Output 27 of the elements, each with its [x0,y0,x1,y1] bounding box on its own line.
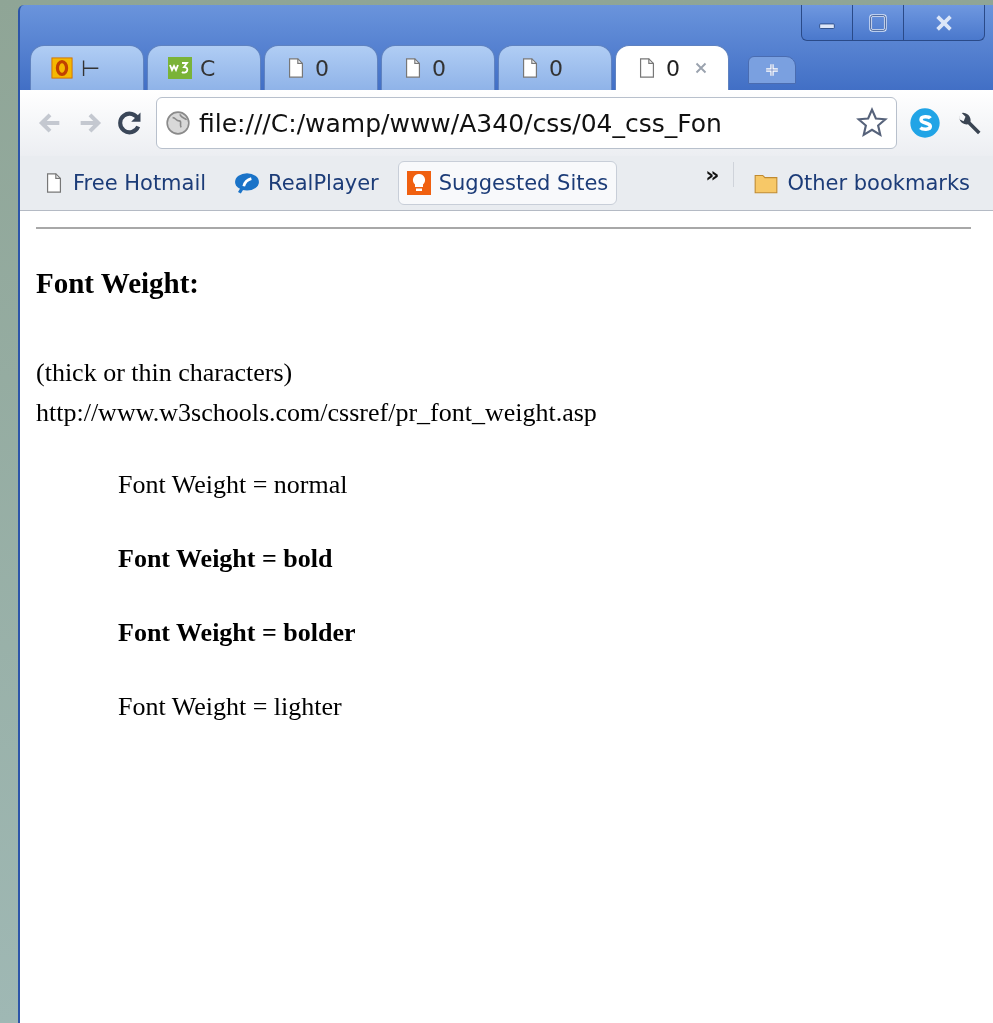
new-tab-button[interactable] [748,56,796,84]
page-heading: Font Weight: [36,267,200,300]
browser-tab[interactable]: C [147,45,261,90]
lightbulb-icon [406,171,431,195]
browser-tab[interactable]: 0 [381,45,495,90]
address-field[interactable]: file:///C:/wamp/www/A340/css/04_css_Fon [156,97,897,149]
maximize-icon[interactable] [867,11,889,34]
browser-tab[interactable]: 0 [264,45,378,90]
bookmark[interactable]: RealPlayer [225,161,388,205]
browser-tab[interactable]: 0 [615,45,729,90]
sample-text: Font Weight = bolder [118,617,357,649]
other-bookmarks[interactable]: Other bookmarks [744,161,979,205]
skype-icon[interactable] [909,107,941,139]
intro-text: (thick or thin characters) [36,357,294,389]
url-text: http://www.w3schools.com/cssref/pr_font_weight.asp [36,397,598,429]
browser-tab[interactable]: ⊢ [30,45,144,90]
w3-icon [168,56,192,80]
sample-text: Font Weight = lighter [118,691,343,723]
sample-text: Font Weight = normal [118,469,349,501]
overflow-chevron[interactable]: » [705,162,735,187]
bookmark[interactable]: Suggested Sites [397,161,618,205]
speech-bubble-icon [234,170,261,196]
star-icon[interactable] [856,107,888,139]
bookmark[interactable]: Free Hotmail [34,161,216,205]
sample-text: Font Weight = bold [118,543,334,575]
browser-tab[interactable]: 0 [498,45,612,90]
reload-icon[interactable] [116,109,144,137]
